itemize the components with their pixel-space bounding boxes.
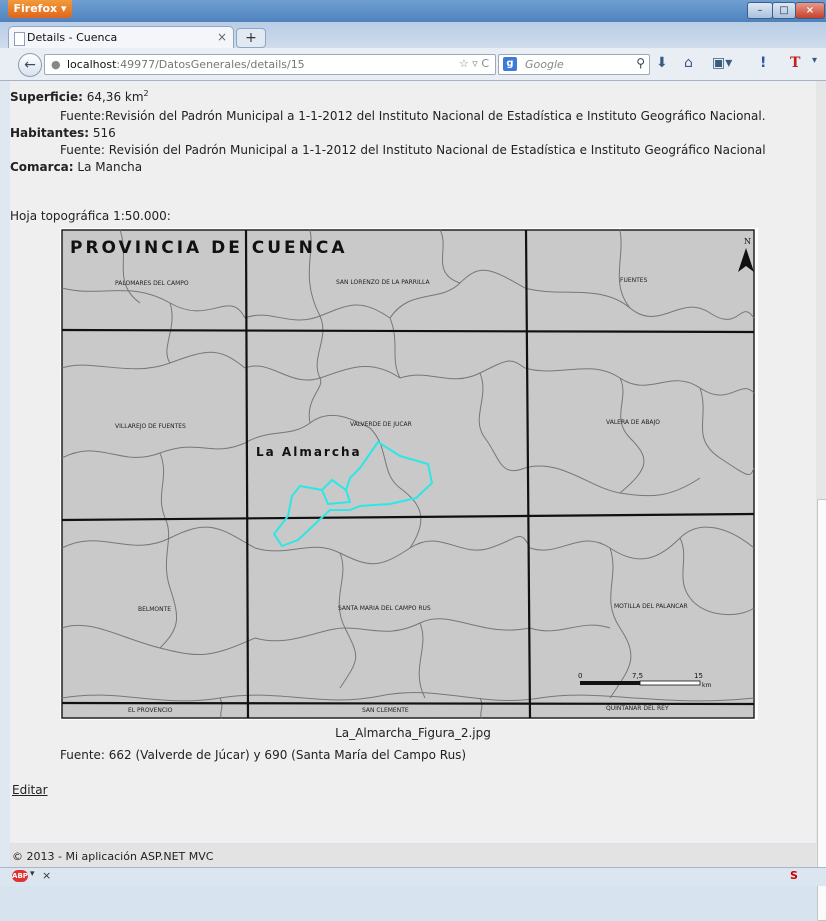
tab-strip: Details - Cuenca × +	[0, 22, 826, 49]
topographic-map: PROVINCIA DE CUENCA N PALOMARES DEL CAMP…	[60, 228, 758, 720]
new-tab-button[interactable]: +	[236, 28, 266, 48]
place-san-lorenzo: SAN LORENZO DE LA PARRILLA	[336, 279, 431, 286]
hoja-label: Hoja topográfica 1:50.000:	[10, 209, 171, 223]
superficie-unit-sup: 2	[143, 89, 149, 98]
page-content: Superficie: 64,36 km2 Fuente:Revisión de…	[10, 81, 826, 868]
tab-close-icon[interactable]: ×	[217, 30, 227, 44]
place-valera: VALERA DE ABAJO	[606, 419, 660, 426]
place-san-clemente: SAN CLEMENTE	[362, 707, 409, 714]
abp-badge-icon[interactable]: ABP	[12, 870, 28, 882]
firefox-menu-label: Firefox	[13, 2, 58, 15]
back-button[interactable]: ←	[18, 53, 42, 77]
search-icon[interactable]: ⚲	[636, 56, 645, 70]
search-placeholder: Google	[525, 58, 564, 71]
page-footer: © 2013 - Mi aplicación ASP.NET MVC	[10, 844, 826, 868]
navigation-toolbar: ← ● localhost:49977/DatosGenerales/detai…	[0, 48, 826, 81]
window-title-bar: Firefox ▾ – □ ×	[0, 0, 826, 22]
scale-bar-empty	[639, 680, 701, 686]
la-almarcha-label: La Almarcha	[256, 445, 362, 459]
place-quintanar: QUINTANAR DEL REY	[606, 705, 669, 712]
comarca-label: Comarca:	[10, 160, 74, 174]
abp-dropdown-icon[interactable]: ▾	[30, 869, 35, 879]
place-motilla: MOTILLA DEL PALANCAR	[614, 603, 688, 610]
search-box[interactable]: g Google ⚲	[498, 54, 650, 75]
scale-zero: 0	[578, 672, 582, 680]
scale-bar-filled	[580, 681, 640, 685]
download-icon[interactable]: ⬇	[656, 55, 668, 71]
alert-addon-icon[interactable]: !	[760, 55, 766, 71]
place-palomares: PALOMARES DEL CAMPO	[115, 280, 189, 287]
habitantes-row: Habitantes: 516	[10, 126, 116, 140]
status-bar: ABP ▾ × S	[0, 867, 826, 886]
place-valverde: VALVERDE DE JUCAR	[350, 421, 412, 428]
left-edge	[0, 81, 10, 872]
map-caption: La_Almarcha_Figura_2.jpg	[335, 726, 491, 740]
superficie-label: Superficie:	[10, 90, 83, 104]
superficie-value: 64,36 km	[86, 90, 144, 104]
scale-unit: km	[702, 682, 711, 689]
place-belmonte: BELMONTE	[138, 606, 171, 613]
vertical-scrollbar[interactable]	[816, 81, 826, 921]
url-path: :49977/DatosGenerales/details/15	[116, 58, 305, 71]
map-source: Fuente: 662 (Valverde de Júcar) y 690 (S…	[60, 748, 467, 762]
status-addon-icon[interactable]: S	[790, 869, 798, 882]
menu-chevron-icon[interactable]: ▾	[812, 55, 817, 66]
tab-label: Details - Cuenca	[27, 31, 118, 44]
maximize-button[interactable]: □	[772, 2, 796, 19]
firefox-menu-button[interactable]: Firefox ▾	[8, 0, 72, 18]
habitantes-value: 516	[92, 126, 116, 140]
close-window-button[interactable]: ×	[795, 2, 825, 19]
place-el-provencio: EL PROVENCIO	[128, 707, 173, 714]
place-fuentes: FUENTES	[620, 277, 648, 284]
superficie-row: Superficie: 64,36 km2	[10, 89, 149, 104]
place-santa-maria: SANTA MARIA DEL CAMPO RUS	[338, 605, 431, 612]
map-svg: PROVINCIA DE CUENCA N PALOMARES DEL CAMP…	[61, 229, 755, 719]
habitantes-label: Habitantes:	[10, 126, 90, 140]
superficie-fuente: Fuente:Revisión del Padrón Municipal a 1…	[60, 109, 766, 123]
url-bar[interactable]: ● localhost:49977/DatosGenerales/details…	[44, 54, 496, 75]
url-text: localhost:49977/DatosGenerales/details/1…	[67, 58, 305, 71]
bookmark-star-icon[interactable]: ☆ ▿ C	[459, 57, 489, 70]
map-title: PROVINCIA DE CUENCA	[70, 238, 348, 258]
scrollbar-thumb[interactable]	[817, 499, 826, 921]
scale-end: 15	[694, 672, 703, 680]
minimize-button[interactable]: –	[747, 2, 773, 19]
url-host: localhost	[67, 58, 117, 71]
comarca-row: Comarca: La Mancha	[10, 160, 142, 174]
tab-details-cuenca[interactable]: Details - Cuenca ×	[8, 26, 234, 49]
editar-link[interactable]: Editar	[12, 783, 48, 797]
comarca-value: La Mancha	[77, 160, 143, 174]
status-close-icon[interactable]: ×	[42, 869, 51, 882]
page-icon	[14, 32, 25, 46]
place-villarejo: VILLAREJO DE FUENTES	[115, 423, 186, 430]
t-addon-icon[interactable]: T	[790, 55, 800, 71]
google-engine-icon[interactable]: g	[503, 57, 517, 71]
scale-mid: 7,5	[632, 672, 643, 680]
home-icon[interactable]: ⌂	[684, 55, 693, 71]
north-label: N	[744, 237, 751, 246]
map-frame	[61, 229, 755, 719]
bookmarks-icon[interactable]: ▣▾	[712, 55, 732, 71]
habitantes-fuente: Fuente: Revisión del Padrón Municipal a …	[60, 143, 766, 157]
globe-icon: ●	[51, 58, 61, 71]
footer-text: © 2013 - Mi aplicación ASP.NET MVC	[12, 850, 214, 863]
